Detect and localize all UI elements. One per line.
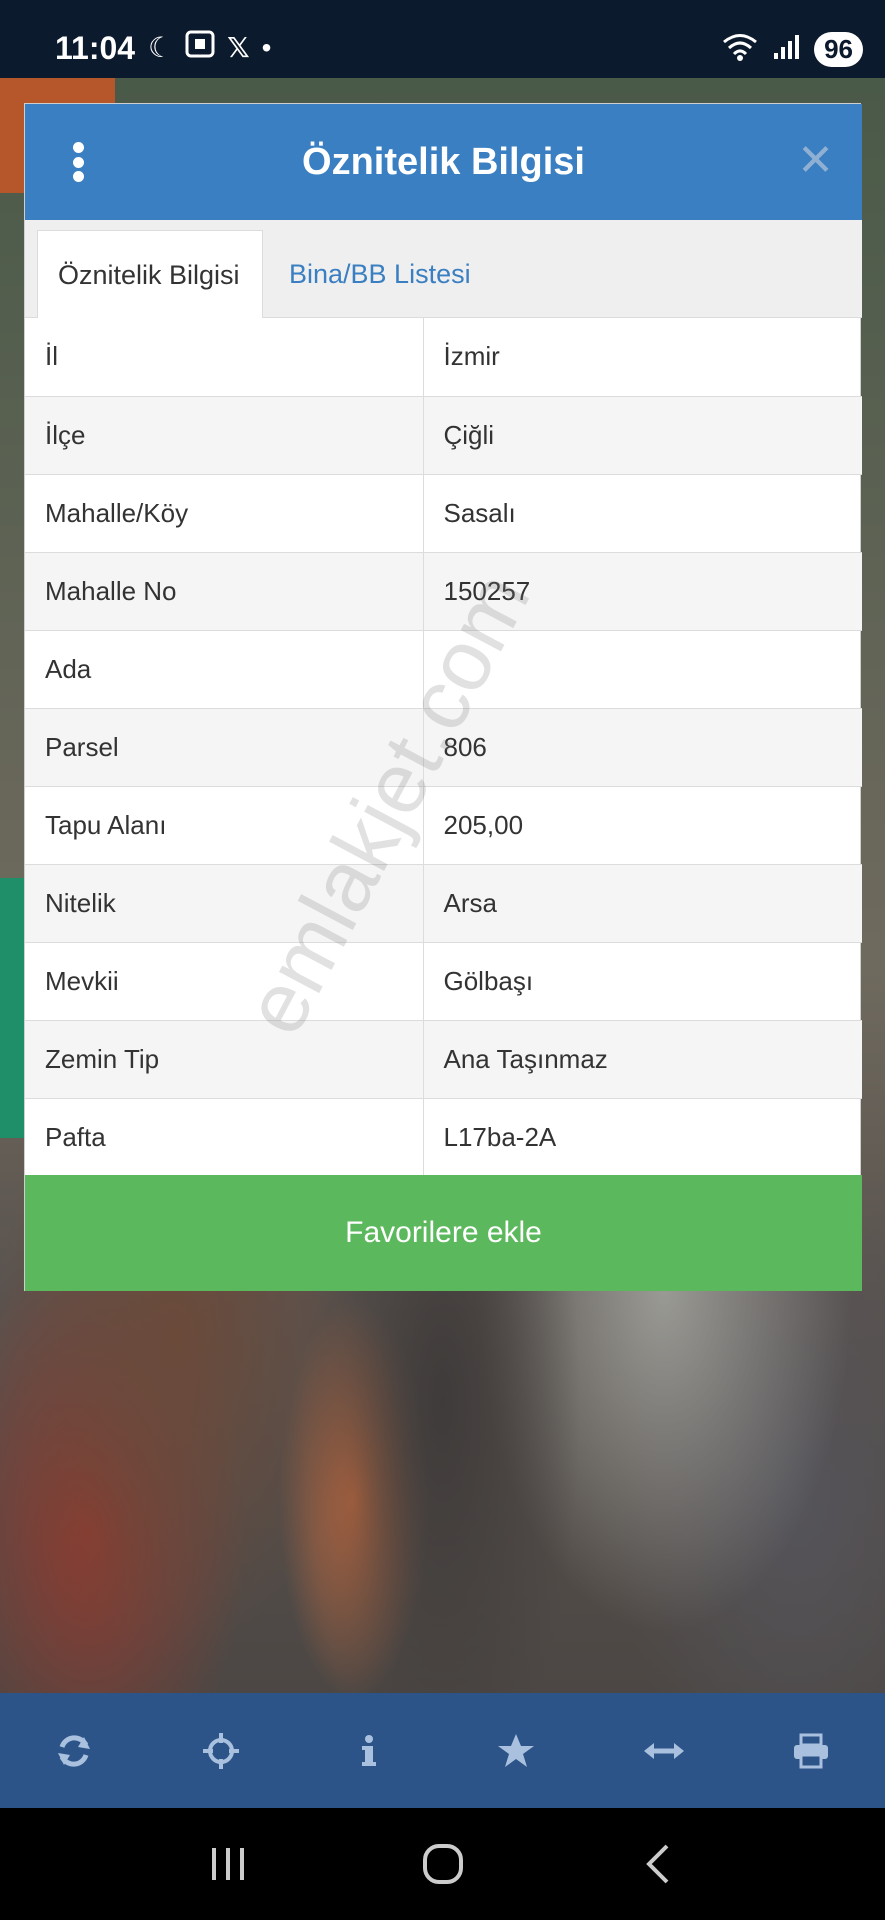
- table-row: Mevkii Gölbaşı: [25, 942, 862, 1021]
- table-row: Mahalle/Köy Sasalı: [25, 474, 862, 553]
- add-favorite-button[interactable]: Favorilere ekle: [25, 1175, 862, 1291]
- attribute-key: Tapu Alanı: [25, 786, 424, 865]
- star-icon[interactable]: [476, 1711, 556, 1791]
- attribute-table: İl İzmir İlçe Çiğli Mahalle/Köy Sasalı Maha…: [25, 318, 862, 1177]
- attribute-value: 806: [423, 708, 862, 787]
- refresh-icon[interactable]: [34, 1711, 114, 1791]
- system-icons: 96: [722, 32, 863, 67]
- dialog-header: Öznitelik Bilgisi ✕: [25, 104, 862, 220]
- dialog-title: Öznitelik Bilgisi: [302, 141, 585, 183]
- attribute-value: [423, 630, 862, 709]
- attribute-key: Ada: [25, 630, 424, 709]
- attribute-value: 205,00: [423, 786, 862, 865]
- table-row: Nitelik Arsa: [25, 864, 862, 943]
- table-row: Zemin Tip Ana Taşınmaz: [25, 1020, 862, 1099]
- info-icon[interactable]: [329, 1711, 409, 1791]
- moon-icon: ☾: [148, 32, 174, 63]
- attribute-value: Çiğli: [423, 396, 862, 475]
- attribute-key: Parsel: [25, 708, 424, 787]
- attribute-key: Mevkii: [25, 942, 424, 1021]
- home-icon[interactable]: [403, 1824, 483, 1904]
- table-row: İlçe Çiğli: [25, 396, 862, 475]
- table-row: Pafta L17ba-2A: [25, 1098, 862, 1177]
- wifi-icon: [722, 33, 758, 66]
- table-row: Mahalle No 150257: [25, 552, 862, 631]
- status-time: 11:04: [55, 30, 136, 66]
- attribute-value: L17ba-2A: [423, 1098, 862, 1177]
- more-options-icon[interactable]: [73, 142, 85, 182]
- system-navigation-bar: [0, 1808, 885, 1920]
- tab-attribute-info[interactable]: Öznitelik Bilgisi: [37, 230, 263, 318]
- attribute-key: İlçe: [25, 396, 424, 475]
- x-app-icon: 𝕏: [227, 32, 250, 63]
- attribute-value: Sasalı: [423, 474, 862, 553]
- attribute-value: Gölbaşı: [423, 942, 862, 1021]
- attribute-key: Pafta: [25, 1098, 424, 1177]
- tab-building-list[interactable]: Bina/BB Listesi: [269, 230, 491, 318]
- attribute-key: Mahalle/Köy: [25, 474, 424, 553]
- battery-indicator: 96: [814, 32, 863, 67]
- dot-icon: •: [261, 31, 272, 63]
- map-toolbar: [0, 1693, 885, 1808]
- notification-icons: ☾ 𝕏 •: [148, 30, 271, 65]
- attribute-key: İl: [25, 318, 424, 397]
- screenshot-icon: [185, 30, 215, 65]
- attribute-key: Zemin Tip: [25, 1020, 424, 1099]
- measure-icon[interactable]: [624, 1711, 704, 1791]
- attribute-key: Nitelik: [25, 864, 424, 943]
- table-row: Ada: [25, 630, 862, 709]
- attribute-value: Ana Taşınmaz: [423, 1020, 862, 1099]
- attribute-value: 150257: [423, 552, 862, 631]
- attribute-dialog: Öznitelik Bilgisi ✕ Öznitelik Bilgisi Bi…: [24, 103, 862, 1291]
- crosshair-icon[interactable]: [181, 1711, 261, 1791]
- back-icon[interactable]: [618, 1824, 698, 1904]
- table-row: Tapu Alanı 205,00: [25, 786, 862, 865]
- attribute-value: Arsa: [423, 864, 862, 943]
- table-row: Parsel 806: [25, 708, 862, 787]
- table-row: İl İzmir: [25, 318, 862, 397]
- tab-bar: Öznitelik Bilgisi Bina/BB Listesi: [25, 220, 862, 318]
- close-icon[interactable]: ✕: [797, 136, 834, 186]
- recent-apps-icon[interactable]: [188, 1824, 268, 1904]
- signal-icon: [772, 33, 800, 66]
- attribute-key: Mahalle No: [25, 552, 424, 631]
- attribute-value: İzmir: [423, 318, 862, 397]
- print-icon[interactable]: [771, 1711, 851, 1791]
